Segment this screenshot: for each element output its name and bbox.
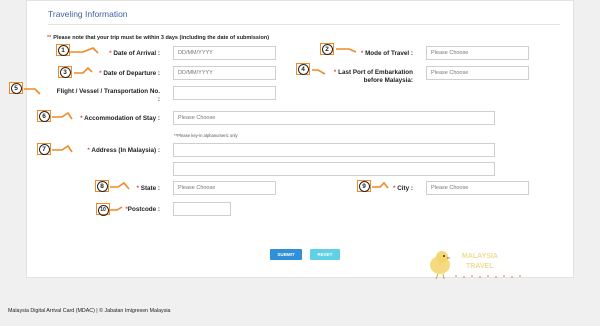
state-label: * State : [136,185,160,192]
badge-2: 2 [320,43,334,55]
badge-10: 10 [96,203,110,216]
arrow-8 [110,181,130,190]
last-port-select[interactable]: Please Choose [426,66,529,80]
footer-text: Malaysia Digital Arrival Card (MDAC) | ©… [8,308,171,314]
date-of-departure-label: * Date of Departure : [99,70,160,77]
postcode-label: *Postcode : [125,206,160,213]
date-of-arrival-input[interactable]: DD/MM/YYYY [173,46,276,60]
arrow-7 [52,144,73,153]
badge-9: 9 [357,180,371,192]
badge-3: 3 [58,66,72,78]
badge-5: 5 [9,82,23,94]
reset-button[interactable]: RESET [310,249,340,260]
badge-7: 7 [37,143,51,155]
badge-6: 6 [37,110,51,122]
watermark-logo: MALAYSIA TRAVEL [430,251,521,280]
address-hint: **Please key-in alphanumeric only [174,133,238,138]
watermark-line1: MALAYSIA [462,253,498,260]
arrow-6 [52,111,73,120]
submit-button[interactable]: SUBMIT [270,249,302,260]
accommodation-select[interactable]: Please Choose [173,111,495,125]
flight-label: Flight / Vessel / Transportation No.: [56,88,160,103]
flight-input[interactable] [173,86,276,100]
city-label: * City : [393,185,413,192]
address-line2-input[interactable] [173,162,495,176]
watermark-line2: TRAVEL [466,263,494,270]
badge-1: 1 [56,44,70,56]
date-of-arrival-label: * Date of Arrival : [109,50,160,57]
city-select[interactable]: Please Choose [426,181,529,195]
mode-of-travel-select[interactable]: Please Choose [426,46,529,60]
state-select[interactable]: Please Choose [173,181,276,195]
last-port-label: * Last Port of Embarkation before Malaysi… [333,69,413,84]
address-label: * Address (In Malaysia) : [87,147,160,154]
date-of-departure-input[interactable]: DD/MM/YYYY [173,66,276,80]
arrow-9 [372,181,389,189]
accommodation-label: * Accommodation of Stay : [80,115,160,122]
mode-of-travel-label: * Mode of Travel : [360,50,413,57]
badge-4: 4 [296,63,310,75]
badge-8: 8 [95,180,109,192]
address-line1-input[interactable] [173,143,495,157]
postcode-input[interactable] [173,202,231,216]
